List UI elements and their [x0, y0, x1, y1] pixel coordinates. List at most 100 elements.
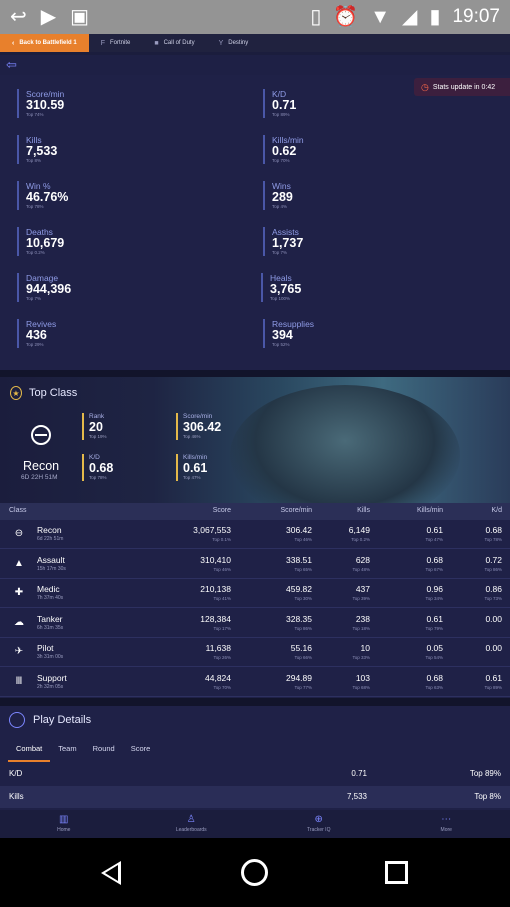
- stat-kills-per-min: Kills/min 0.62 Top 70%: [263, 135, 304, 164]
- tanker-icon: ☁: [14, 616, 24, 628]
- tab-team[interactable]: Team: [50, 742, 84, 762]
- cell-value: 628: [355, 554, 370, 565]
- overview-stats-panel: Score/min 310.59 Top 74% K/D 0.71 Top 89…: [0, 75, 510, 370]
- tab-score[interactable]: Score: [123, 742, 159, 762]
- top-class-header: ★ Top Class: [10, 386, 77, 400]
- tab-call-of-duty[interactable]: ■ Call of Duty: [142, 34, 206, 52]
- stat-rank: Top 89%: [272, 112, 290, 117]
- cod-icon: ■: [154, 39, 159, 47]
- top-class-name: Recon: [23, 459, 60, 473]
- cell-value: 0.68: [485, 525, 502, 535]
- stat-rank: Top 74%: [26, 112, 44, 117]
- cell-value: 0.68: [426, 554, 443, 565]
- class-cell: 0.68 Top 67%: [425, 555, 443, 572]
- nav-home[interactable]: ▥ Home: [0, 810, 128, 838]
- class-name: Assault: [37, 554, 65, 565]
- bottom-nav: ▥ Home ♙ Leaderboards ⊕ Tracker IQ ⋯ Mor…: [0, 810, 510, 838]
- row-value: 7,533: [346, 792, 367, 801]
- nav-more[interactable]: ⋯ More: [383, 810, 510, 838]
- android-home-icon[interactable]: [241, 859, 268, 886]
- class-cell: 0.00: [485, 643, 502, 655]
- tab-combat[interactable]: Combat: [8, 742, 51, 762]
- cell-value: 0.72: [485, 554, 502, 565]
- image-icon: ▣: [70, 6, 90, 28]
- class-name: Tanker: [37, 613, 63, 624]
- top-class-kd: K/D 0.68 Top 78%: [82, 454, 113, 481]
- class-row-tanker[interactable]: ☁ Tanker 6h 31m 35s 128,384 Top 17% 328.35 Top…: [0, 609, 510, 638]
- stat-value: 394: [272, 328, 293, 342]
- cell-value: 294.89: [286, 673, 312, 683]
- class-cell: 210,138 Top 41%: [200, 584, 231, 601]
- stat-value: 7,533: [26, 144, 58, 158]
- play-details-row: K/D 0.71 Top 89%: [0, 763, 510, 785]
- stat-assists: Assists 1,737 Top 7%: [263, 227, 303, 256]
- row-label: K/D: [9, 769, 23, 778]
- class-row-pilot[interactable]: ✈ Pilot 3h 31m 00s 11,638 Top 26% 55.16 Top 66…: [0, 638, 510, 668]
- tab-label: Fortnite: [109, 40, 131, 46]
- top-class-card[interactable]: ★ Top Class Recon 6D 22H 51M Rank 20 Top…: [0, 377, 510, 503]
- back-icon: ‹: [12, 39, 15, 47]
- cell-rank: Top 79%: [425, 625, 443, 631]
- class-row-medic[interactable]: ✚ Medic 7h 37m 40s 210,138 Top 41% 459.82 Top …: [0, 579, 510, 609]
- class-cell: 0.61 Top 47%: [425, 525, 443, 542]
- cell-value: 238: [355, 613, 370, 624]
- cell-rank: Top 78%: [484, 537, 502, 542]
- class-time: 15h 17m 30s: [37, 565, 66, 572]
- nav-leaderboards[interactable]: ♙ Leaderboards: [128, 810, 256, 838]
- destiny-icon: Y: [218, 39, 224, 47]
- top-class-kills-per-min: Kills/min 0.61 Top 47%: [176, 454, 207, 481]
- row-value: 0.71: [351, 769, 367, 778]
- stat-value: 436: [26, 328, 47, 342]
- class-row-recon[interactable]: ⊖ Recon 6d 22h 51m 3,067,553 Top 0.1% 306.42 T…: [0, 520, 510, 549]
- home-icon: ▥: [59, 814, 69, 825]
- back-row: ⇦: [0, 55, 510, 75]
- cell-rank: Top 26%: [213, 655, 231, 661]
- stat-value: 310.59: [26, 98, 65, 112]
- stats-update-text: Stats update in 0:42: [432, 83, 496, 91]
- android-recents-icon[interactable]: [385, 861, 408, 884]
- cell-rank: Top 41%: [213, 596, 231, 602]
- class-cell: 628 Top 48%: [352, 555, 370, 572]
- cell-value: 306.42: [286, 525, 312, 535]
- top-class-time: 6D 22H 51M: [21, 474, 58, 481]
- android-back-icon[interactable]: [101, 861, 121, 885]
- cell-rank: Top 67%: [425, 566, 443, 572]
- class-time: 3h 31m 00s: [37, 654, 64, 661]
- stat-value: 0.61: [183, 461, 208, 475]
- tab-label: Back to Battlefield 1: [19, 40, 77, 46]
- stat-rank: Top 70%: [272, 158, 290, 163]
- android-nav-bar: [0, 838, 510, 907]
- tab-back-to-battlefield[interactable]: ‹ Back to Battlefield 1: [0, 34, 89, 52]
- stat-heals: Heals 3,765 Top 100%: [261, 273, 301, 302]
- back-arrow-icon[interactable]: ⇦: [6, 57, 17, 73]
- tab-fortnite[interactable]: F Fortnite: [89, 34, 143, 52]
- stat-rank: Top 29%: [26, 342, 44, 347]
- medal-icon: ★: [10, 386, 22, 400]
- nav-label: Tracker IQ: [307, 827, 331, 833]
- cell-rank: Top 48%: [352, 566, 370, 572]
- class-cell: 44,824 Top 70%: [205, 673, 231, 690]
- nav-label: More: [440, 827, 452, 833]
- class-row-assault[interactable]: ▲ Assault 15h 17m 30s 310,410 Top 46% 338.51 T…: [0, 550, 510, 579]
- class-time: 6h 31m 35s: [37, 624, 64, 631]
- stat-score-per-min: Score/min 310.59 Top 74%: [17, 89, 64, 118]
- cell-value: 0.00: [485, 613, 502, 624]
- cell-rank: Top 63%: [425, 685, 443, 690]
- tab-round[interactable]: Round: [85, 742, 123, 762]
- nav-tracker-iq[interactable]: ⊕ Tracker IQ: [255, 810, 383, 838]
- class-name: Pilot: [37, 643, 54, 654]
- clock-icon: ◷: [421, 81, 429, 92]
- class-row-support[interactable]: Ⅲ Support 2h 32m 05s 44,824 Top 70% 294.89 Top…: [0, 668, 510, 697]
- class-table: Class Score Score/min Kills Kills/min K/…: [0, 503, 510, 698]
- assault-icon: ▲: [14, 557, 24, 569]
- vibrate-icon: ▯: [310, 6, 322, 28]
- cell-value: 459.82: [286, 584, 312, 595]
- class-cell: 3,067,553 Top 0.1%: [193, 525, 231, 542]
- stat-rank: Top 46%: [183, 434, 201, 439]
- cell-rank: Top 65%: [294, 566, 312, 572]
- tab-destiny[interactable]: Y Destiny: [207, 34, 261, 52]
- cell-rank: Top 86%: [294, 625, 312, 631]
- class-cell: 128,384 Top 17%: [200, 614, 231, 631]
- status-bar: ↩ ▶ ▣ ▯ ⏰ ▼ ◢ ▮ 19:07: [0, 0, 510, 34]
- cell-rank: Top 54%: [425, 655, 443, 661]
